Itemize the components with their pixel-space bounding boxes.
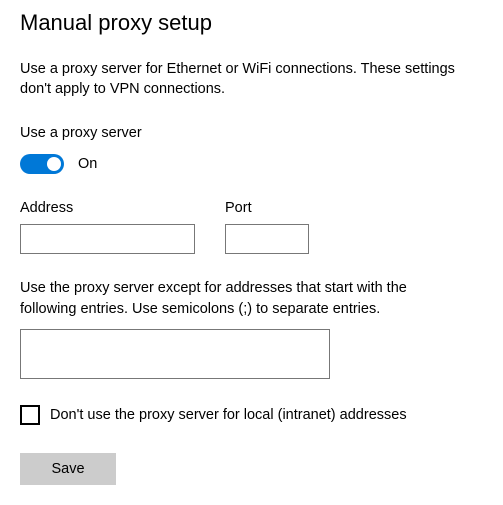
page-title: Manual proxy setup [20, 8, 483, 39]
port-input[interactable] [225, 224, 309, 254]
address-label: Address [20, 198, 195, 218]
toggle-knob [47, 157, 61, 171]
port-label: Port [225, 198, 309, 218]
address-input[interactable] [20, 224, 195, 254]
proxy-toggle[interactable] [20, 154, 64, 174]
exceptions-input[interactable] [20, 329, 330, 379]
toggle-state-text: On [78, 154, 97, 174]
local-bypass-checkbox[interactable] [20, 405, 40, 425]
proxy-description: Use a proxy server for Ethernet or WiFi … [20, 59, 480, 100]
save-button[interactable]: Save [20, 453, 116, 485]
exceptions-description: Use the proxy server except for addresse… [20, 278, 460, 319]
local-bypass-label: Don't use the proxy server for local (in… [50, 405, 407, 425]
toggle-label: Use a proxy server [20, 123, 483, 143]
